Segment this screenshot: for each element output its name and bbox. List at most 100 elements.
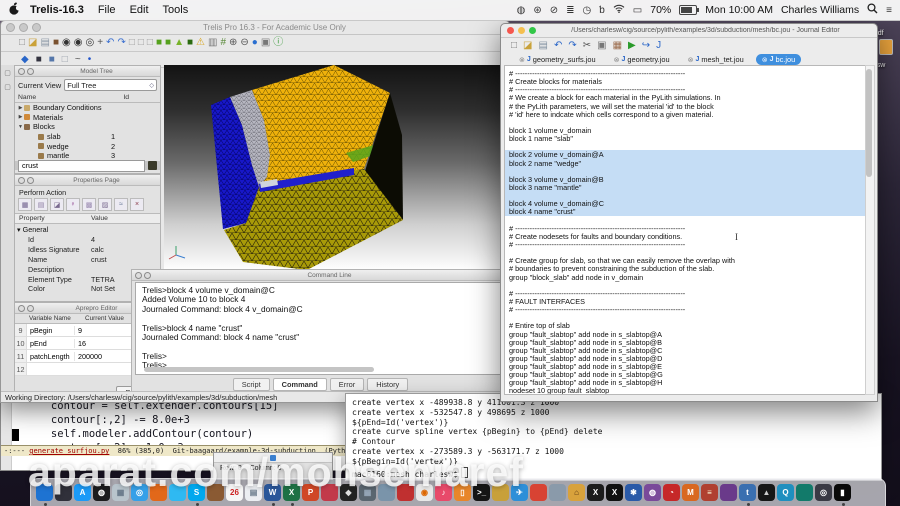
zoom-button[interactable] (529, 27, 536, 34)
trelis-titlebar[interactable]: Trelis Pro 16.3 - For Academic Use Only (1, 21, 509, 35)
menu-edit[interactable]: Edit (130, 4, 149, 16)
property-row[interactable]: Id 4 (15, 235, 160, 245)
toolbar-icon[interactable]: ■ (53, 38, 59, 48)
toolbar-icon[interactable]: ⊕ (229, 38, 237, 48)
toolbar-icon[interactable]: ↷ (568, 40, 576, 51)
tab-close-icon[interactable]: ⊗ (614, 56, 620, 64)
dock-icon[interactable]: ✱ (625, 484, 642, 501)
disclosure-icon[interactable]: ▶ (17, 105, 24, 111)
dock-icon[interactable] (720, 484, 737, 501)
panel-float-icon[interactable] (27, 67, 34, 75)
tab-close-icon[interactable]: ⊗ (688, 56, 694, 64)
notification-center-icon[interactable]: ≡ (886, 5, 892, 16)
action-icon[interactable]: ≈ (114, 198, 128, 211)
toolbar-icon[interactable]: # (220, 38, 226, 48)
action-icon[interactable]: ◪ (50, 198, 64, 211)
strip-icon[interactable]: ▢ (4, 83, 11, 91)
toolbar-icon[interactable]: ↶ (554, 40, 562, 51)
toolbar-icon[interactable]: ■ (165, 38, 171, 48)
toolbar-icon[interactable]: ▲ (174, 38, 184, 48)
menu-clock[interactable]: Mon 10:00 AM (705, 4, 773, 16)
minimize-button[interactable] (518, 27, 525, 34)
close-button[interactable] (6, 23, 15, 32)
viewport-3d[interactable] (164, 65, 501, 269)
toolbar-icon[interactable]: ↷ (117, 38, 125, 48)
toolbar-icon[interactable]: ▦ (613, 40, 622, 51)
panel-close-icon[interactable] (18, 176, 25, 184)
toolbar-icon[interactable]: ▣ (261, 38, 270, 48)
dock-icon[interactable] (796, 484, 813, 501)
disclosure-icon[interactable]: ▶ (17, 114, 24, 120)
dock-icon[interactable]: ≡ (701, 484, 718, 501)
wifi-icon[interactable] (613, 4, 625, 16)
journal-tab[interactable]: ⊗ J geometry_surfs.jou (513, 54, 602, 65)
journal-titlebar[interactable]: /Users/charlesw/cig/source/pylith/exampl… (501, 24, 877, 38)
toolbar-icon[interactable]: ◉ (74, 38, 83, 48)
user-menu[interactable]: Charles Williams (781, 4, 859, 16)
action-icon[interactable]: ▩ (82, 198, 96, 211)
dock-icon[interactable]: X (606, 484, 623, 501)
status-icon[interactable]: ◷ (582, 5, 591, 16)
status-icon[interactable]: ◍ (517, 5, 526, 16)
desktop-file-icon[interactable] (879, 39, 893, 55)
close-button[interactable] (507, 27, 514, 34)
toolbar-icon[interactable]: ■ (156, 38, 162, 48)
status-icon[interactable]: ⊛ (533, 5, 541, 16)
toolbar-icon[interactable]: ▤ (41, 38, 50, 48)
toolbar-icon[interactable]: ▥ (208, 38, 217, 48)
toolbar-icon[interactable]: ↶ (106, 38, 114, 48)
disclosure-icon[interactable]: ▼ (17, 124, 24, 130)
journal-tab[interactable]: ⊗ J bc.jou (755, 54, 802, 65)
action-icon[interactable]: ▤ (34, 198, 48, 211)
vertical-scrollbar[interactable] (865, 65, 875, 395)
toolbar-icon[interactable]: J (656, 40, 661, 51)
console-tab[interactable]: History (367, 378, 409, 391)
toolbar-icon[interactable]: • (88, 54, 92, 65)
toolbar-icon[interactable]: ■ (187, 38, 193, 48)
toolbar-icon[interactable]: ◉ (62, 38, 71, 48)
apple-icon[interactable] (9, 2, 21, 18)
toolbar-icon[interactable]: ⚠ (196, 38, 205, 48)
dock-icon[interactable]: ◎ (815, 484, 832, 501)
dock-icon[interactable]: M (682, 484, 699, 501)
dock-icon[interactable]: t (739, 484, 756, 506)
status-icon[interactable]: ƅ (599, 5, 605, 16)
journal-tab[interactable]: ⊗ J geometry.jou (608, 54, 676, 65)
display-icon[interactable]: ▭ (633, 5, 642, 16)
toolbar-icon[interactable]: ⓘ (273, 38, 283, 48)
dock-icon[interactable]: X (587, 484, 604, 501)
menu-tools[interactable]: Tools (163, 4, 189, 16)
minimize-button[interactable] (19, 23, 28, 32)
dock-icon[interactable] (530, 484, 547, 501)
tab-close-icon[interactable]: ⊗ (519, 56, 525, 64)
console-tab[interactable]: Command (272, 378, 327, 391)
toolbar-icon[interactable]: ◪ (28, 38, 37, 48)
filter-icon[interactable] (148, 161, 157, 170)
horizontal-scrollbar[interactable] (144, 367, 374, 372)
active-app-name[interactable]: Trelis-16.3 (30, 4, 84, 16)
toolbar-icon[interactable]: ✂ (583, 40, 591, 51)
toolbar-icon[interactable]: □ (62, 54, 68, 65)
status-icon[interactable]: ⊘ (550, 5, 558, 16)
spotlight-search-icon[interactable] (867, 3, 878, 17)
dock-icon[interactable]: Q (777, 484, 794, 501)
toolbar-icon[interactable]: ■ (49, 54, 55, 65)
toolbar-icon[interactable]: ~ (75, 54, 81, 65)
menu-file[interactable]: File (98, 4, 116, 16)
panel-close-icon[interactable] (135, 271, 142, 279)
action-icon[interactable]: ♀ (66, 198, 80, 211)
tab-close-icon[interactable]: ⊗ (762, 56, 768, 64)
toolbar-icon[interactable]: ▤ (539, 40, 548, 51)
property-row[interactable]: Idless Signature calc (15, 245, 160, 255)
panel-close-icon[interactable] (18, 304, 25, 312)
journal-text-area[interactable]: # --------------------------------------… (504, 65, 866, 395)
toolbar-icon[interactable]: ▣ (597, 40, 606, 51)
action-icon[interactable]: ▦ (18, 198, 32, 211)
strip-icon[interactable]: ▢ (4, 69, 11, 77)
tree-row[interactable]: slab 1 (15, 132, 160, 142)
console-tab[interactable]: Error (329, 378, 365, 391)
scrollbar-thumb[interactable] (866, 69, 872, 177)
dock-icon[interactable]: ▲ (758, 484, 775, 501)
toolbar-icon[interactable]: □ (129, 38, 135, 48)
toolbar-icon[interactable]: ↪ (642, 40, 650, 51)
